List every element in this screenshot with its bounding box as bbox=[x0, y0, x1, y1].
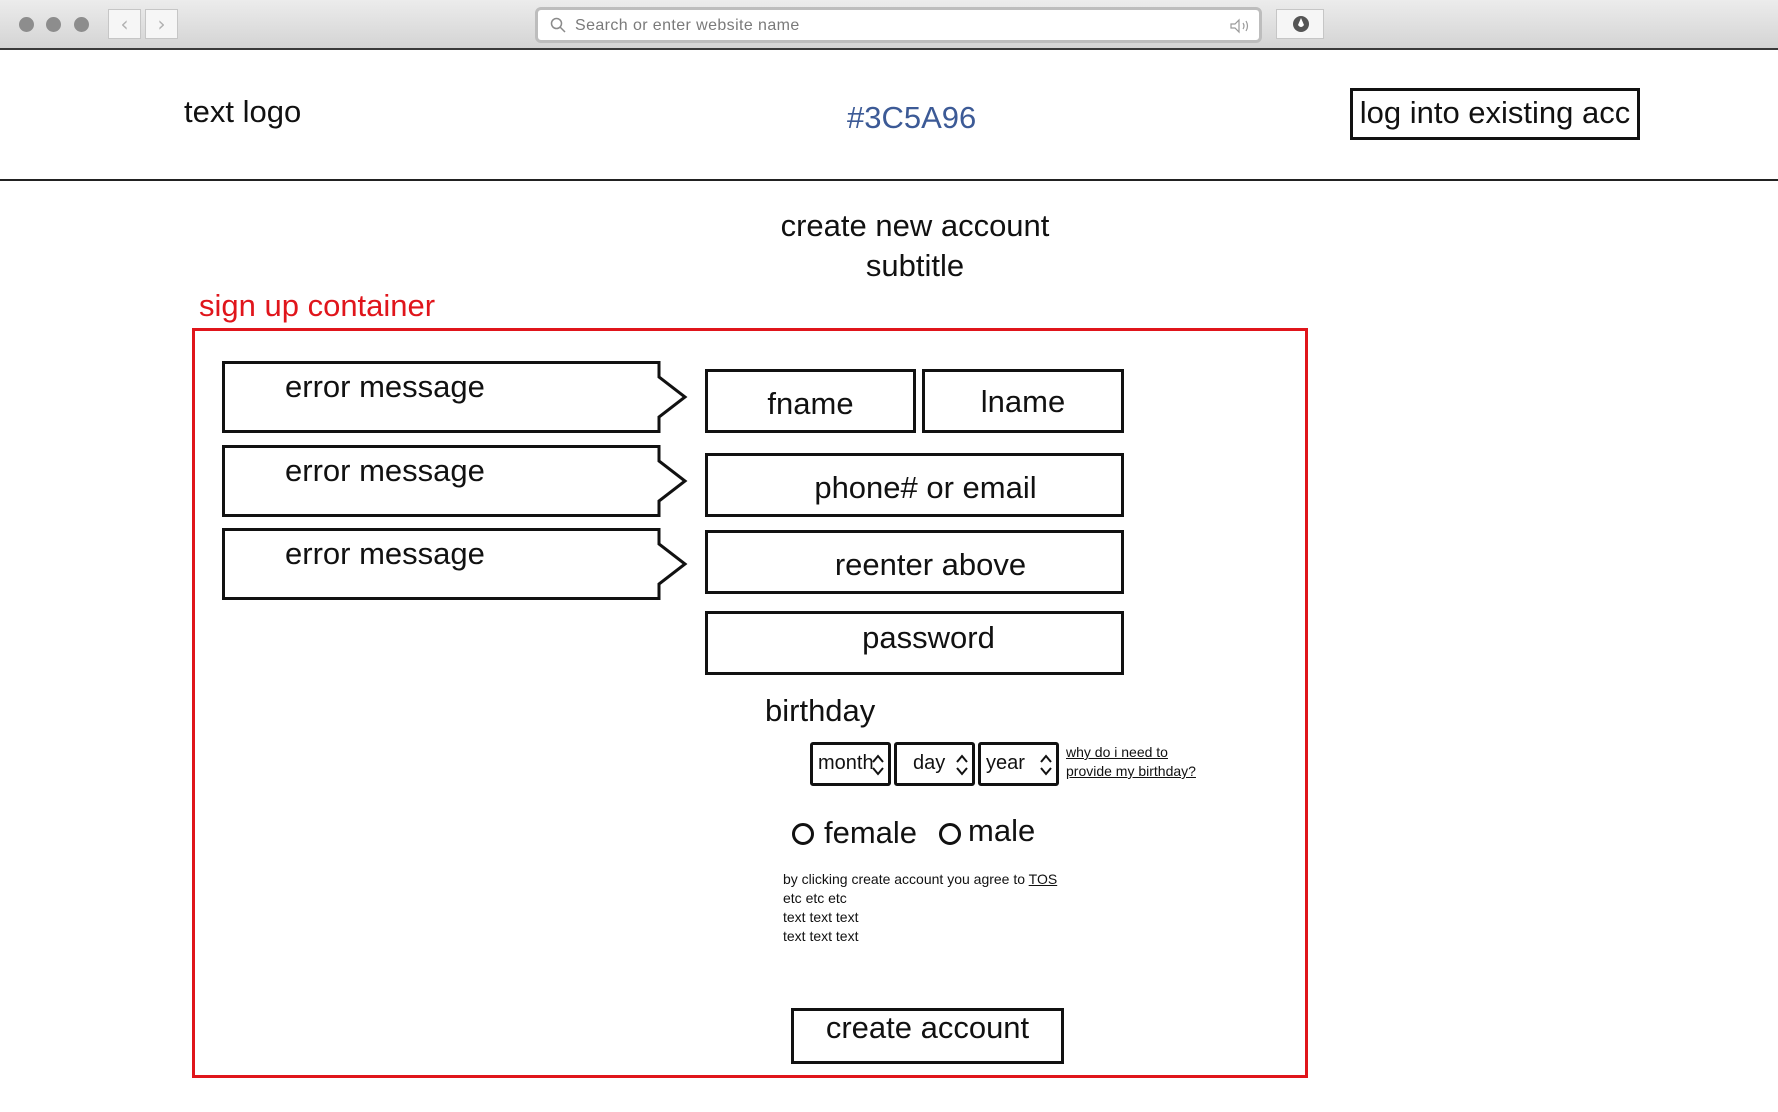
back-button[interactable]: ‹ bbox=[108, 9, 141, 39]
page-subtitle: subtitle bbox=[865, 248, 965, 283]
first-name-field[interactable]: fname bbox=[705, 369, 916, 433]
forward-arrow-icon: › bbox=[157, 12, 166, 36]
female-radio[interactable] bbox=[792, 823, 814, 845]
password-field[interactable]: password bbox=[705, 611, 1124, 675]
forward-button[interactable]: › bbox=[145, 9, 178, 39]
male-radio[interactable] bbox=[939, 823, 961, 845]
updown-chevron-icon bbox=[1040, 754, 1052, 776]
birthday-label: birthday bbox=[765, 693, 876, 728]
tos-link[interactable]: TOS bbox=[1029, 871, 1058, 887]
month-value: month bbox=[818, 752, 874, 774]
extension-icon bbox=[1293, 16, 1309, 32]
year-select[interactable]: year bbox=[978, 742, 1059, 786]
updown-chevron-icon bbox=[956, 754, 968, 776]
login-button[interactable]: log into existing acc bbox=[1350, 88, 1640, 140]
audio-icon[interactable] bbox=[1229, 18, 1251, 34]
reenter-field[interactable]: reenter above bbox=[705, 530, 1124, 594]
day-value: day bbox=[913, 752, 946, 774]
header-divider bbox=[0, 179, 1778, 181]
error-callout-contact: error message bbox=[222, 445, 688, 517]
last-name-field[interactable]: lname bbox=[922, 369, 1124, 433]
year-value: year bbox=[986, 752, 1025, 774]
month-select[interactable]: month bbox=[810, 742, 891, 786]
error-message: error message bbox=[285, 536, 485, 571]
container-annotation: sign up container bbox=[199, 288, 436, 323]
terms-text: by clicking create account you agree to … bbox=[783, 870, 1057, 946]
window-close-dot[interactable] bbox=[19, 17, 34, 32]
search-icon bbox=[550, 17, 566, 33]
terms-line-4: text text text bbox=[783, 928, 859, 944]
browser-toolbar: ‹ › Search or enter website name bbox=[0, 0, 1778, 50]
signup-container bbox=[192, 328, 1308, 1078]
terms-line-2: etc etc etc bbox=[783, 890, 847, 906]
terms-line-1: by clicking create account you agree to … bbox=[783, 870, 1057, 889]
contact-field[interactable]: phone# or email bbox=[705, 453, 1124, 517]
create-account-button[interactable]: create account bbox=[791, 1008, 1064, 1064]
error-callout-reenter: error message bbox=[222, 528, 688, 600]
error-message: error message bbox=[285, 453, 485, 488]
birthday-help-link[interactable]: why do i need to provide my birthday? bbox=[1066, 743, 1196, 781]
address-bar[interactable]: Search or enter website name bbox=[535, 7, 1262, 43]
back-arrow-icon: ‹ bbox=[120, 12, 129, 36]
page-title: create new account bbox=[780, 208, 1050, 243]
address-placeholder: Search or enter website name bbox=[575, 17, 800, 34]
terms-line-3: text text text bbox=[783, 909, 859, 925]
terms-prefix: by clicking create account you agree to bbox=[783, 871, 1029, 887]
updown-chevron-icon bbox=[872, 754, 884, 776]
extension-button[interactable] bbox=[1276, 9, 1324, 39]
error-callout-name: error message bbox=[222, 361, 688, 433]
brand-color-label: #3C5A96 bbox=[847, 100, 977, 135]
text-logo[interactable]: text logo bbox=[184, 94, 301, 130]
male-label[interactable]: male bbox=[968, 813, 1035, 849]
window-minimize-dot[interactable] bbox=[46, 17, 61, 32]
error-message: error message bbox=[285, 369, 485, 404]
window-zoom-dot[interactable] bbox=[74, 17, 89, 32]
day-select[interactable]: day bbox=[894, 742, 975, 786]
female-label[interactable]: female bbox=[824, 815, 917, 851]
